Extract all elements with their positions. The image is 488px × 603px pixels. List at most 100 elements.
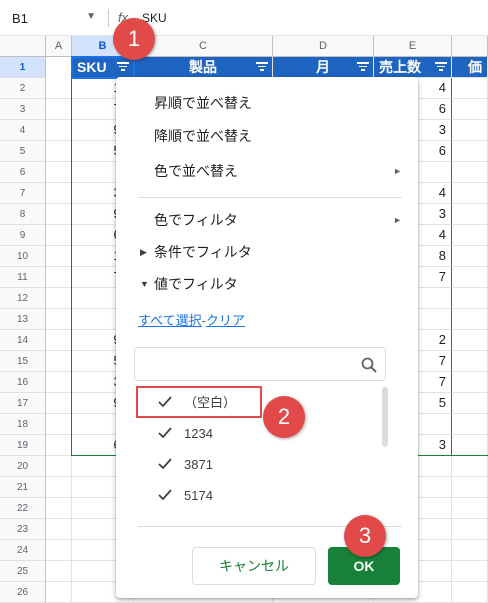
grid-cell[interactable] (46, 267, 72, 288)
grid-cell[interactable] (46, 435, 72, 456)
column-header-f[interactable] (452, 36, 488, 57)
value-item-5174[interactable]: 5174 (134, 480, 386, 511)
row-header[interactable]: 10 (0, 246, 46, 267)
filter-by-condition-item[interactable]: ▶ 条件でフィルタ (116, 236, 418, 268)
value-item-3871[interactable]: 3871 (134, 449, 386, 480)
grid-cell[interactable] (46, 183, 72, 204)
grid-cell[interactable] (452, 246, 488, 267)
row-header[interactable]: 23 (0, 519, 46, 540)
row-header[interactable]: 24 (0, 540, 46, 561)
header-cell-month[interactable]: 月 (273, 57, 374, 78)
value-item-1234[interactable]: 1234 (134, 418, 386, 449)
sort-by-color-item[interactable]: 色で並べ替え ► (116, 155, 418, 187)
row-header[interactable]: 17 (0, 393, 46, 414)
grid-cell[interactable] (452, 393, 488, 414)
row-header[interactable]: 7 (0, 183, 46, 204)
row-header[interactable]: 18 (0, 414, 46, 435)
row-header[interactable]: 14 (0, 330, 46, 351)
check-icon[interactable] (158, 489, 172, 501)
row-header[interactable]: 12 (0, 288, 46, 309)
grid-cell[interactable] (46, 141, 72, 162)
cancel-button[interactable]: キャンセル (192, 547, 316, 585)
row-header[interactable]: 25 (0, 561, 46, 582)
grid-cell[interactable] (46, 456, 72, 477)
grid-cell[interactable] (46, 393, 72, 414)
grid-cell[interactable] (452, 204, 488, 225)
value-list-scrollbar[interactable] (382, 387, 388, 447)
grid-cell[interactable] (452, 477, 488, 498)
name-box[interactable]: B1 ▼ (0, 6, 106, 30)
select-all-link[interactable]: すべて選択 (138, 313, 202, 328)
grid-cell[interactable] (46, 372, 72, 393)
filter-icon[interactable] (256, 62, 268, 72)
column-header-e[interactable]: E (374, 36, 452, 57)
sort-ascending-item[interactable]: 昇順で並べ替え (116, 87, 418, 119)
header-cell-product[interactable]: 製品 (134, 57, 273, 78)
grid-cell[interactable] (452, 372, 488, 393)
row-header[interactable]: 20 (0, 456, 46, 477)
row-header[interactable]: 2 (0, 78, 46, 99)
grid-cell[interactable] (46, 204, 72, 225)
grid-cell[interactable] (452, 267, 488, 288)
grid-cell[interactable] (46, 330, 72, 351)
grid-cell[interactable] (452, 498, 488, 519)
row-header[interactable]: 22 (0, 498, 46, 519)
select-all-corner[interactable] (0, 36, 46, 57)
clear-link[interactable]: クリア (206, 313, 245, 328)
row-header[interactable]: 4 (0, 120, 46, 141)
filter-icon[interactable] (435, 62, 447, 72)
value-search-box[interactable] (134, 347, 386, 381)
grid-cell[interactable] (452, 561, 488, 582)
grid-cell[interactable] (46, 477, 72, 498)
check-icon[interactable] (158, 458, 172, 470)
grid-cell[interactable] (46, 414, 72, 435)
grid-cell[interactable] (452, 78, 488, 99)
grid-cell[interactable] (452, 435, 488, 456)
grid-cell[interactable] (452, 225, 488, 246)
grid-cell[interactable] (46, 162, 72, 183)
filter-by-color-item[interactable]: 色でフィルタ ► (116, 204, 418, 236)
column-header-d[interactable]: D (273, 36, 374, 57)
grid-cell[interactable] (46, 120, 72, 141)
row-header[interactable]: 6 (0, 162, 46, 183)
filter-by-values-item[interactable]: ▼ 値でフィルタ (116, 268, 418, 300)
grid-cell[interactable] (452, 183, 488, 204)
grid-cell[interactable] (452, 519, 488, 540)
row-header[interactable]: 15 (0, 351, 46, 372)
row-header[interactable]: 19 (0, 435, 46, 456)
grid-cell[interactable] (46, 99, 72, 120)
grid-cell[interactable] (46, 498, 72, 519)
grid-cell[interactable] (452, 99, 488, 120)
grid-cell[interactable] (46, 288, 72, 309)
row-header[interactable]: 11 (0, 267, 46, 288)
sort-descending-item[interactable]: 降順で並べ替え (116, 120, 418, 152)
grid-cell[interactable] (452, 456, 488, 477)
check-icon[interactable] (158, 427, 172, 439)
row-header[interactable]: 8 (0, 204, 46, 225)
row-header[interactable]: 16 (0, 372, 46, 393)
grid-cell[interactable] (452, 162, 488, 183)
row-header[interactable]: 9 (0, 225, 46, 246)
filter-icon[interactable] (357, 62, 369, 72)
grid-cell[interactable] (452, 330, 488, 351)
row-header[interactable]: 13 (0, 309, 46, 330)
grid-cell[interactable] (46, 225, 72, 246)
grid-cell[interactable] (452, 414, 488, 435)
grid-cell[interactable] (46, 351, 72, 372)
grid-cell[interactable] (452, 351, 488, 372)
chevron-down-icon[interactable]: ▼ (86, 11, 96, 22)
header-cell-price[interactable]: 価 (452, 57, 488, 78)
row-header[interactable]: 3 (0, 99, 46, 120)
grid-cell[interactable] (46, 561, 72, 582)
grid-cell[interactable] (46, 519, 72, 540)
grid-cell[interactable] (46, 309, 72, 330)
grid-cell[interactable] (452, 141, 488, 162)
grid-cell[interactable] (452, 288, 488, 309)
grid-cell[interactable] (46, 78, 72, 99)
grid-cell[interactable] (452, 120, 488, 141)
value-search-input[interactable] (141, 349, 351, 379)
row-header[interactable]: 21 (0, 477, 46, 498)
column-header-a[interactable]: A (46, 36, 72, 57)
row-header[interactable]: 1 (0, 57, 46, 78)
grid-cell[interactable] (452, 540, 488, 561)
